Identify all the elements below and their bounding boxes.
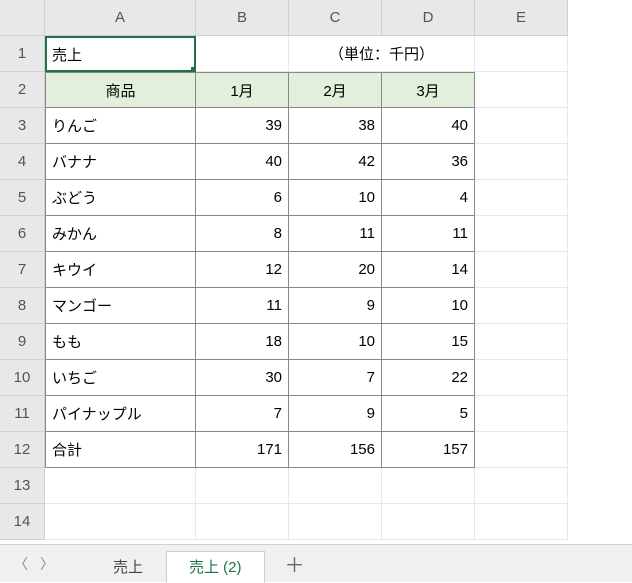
product-name-cell[interactable]: バナナ [45,144,196,180]
tab-nav-next[interactable]: 〉 [34,551,60,577]
cell-E10[interactable] [475,360,568,396]
cell-D14[interactable] [382,504,475,540]
total-value-cell[interactable]: 171 [196,432,289,468]
row-header-4[interactable]: 4 [0,144,45,180]
total-value-cell[interactable]: 157 [382,432,475,468]
value-cell[interactable]: 40 [196,144,289,180]
cell-A13[interactable] [45,468,196,504]
value-cell[interactable]: 42 [289,144,382,180]
row-header-2[interactable]: 2 [0,72,45,108]
col-header-B[interactable]: B [196,0,289,36]
product-name-cell[interactable]: いちご [45,360,196,396]
cell-E14[interactable] [475,504,568,540]
row-header-7[interactable]: 7 [0,252,45,288]
cell-E3[interactable] [475,108,568,144]
table-header-month-1[interactable]: 1月 [196,72,289,108]
cell-B14[interactable] [196,504,289,540]
cell-B1[interactable] [196,36,289,72]
cell-E6[interactable] [475,216,568,252]
cell-C13[interactable] [289,468,382,504]
product-name-cell[interactable]: もも [45,324,196,360]
value-cell[interactable]: 15 [382,324,475,360]
value-cell[interactable]: 9 [289,288,382,324]
cell-E9[interactable] [475,324,568,360]
value-cell[interactable]: 11 [289,216,382,252]
col-header-E[interactable]: E [475,0,568,36]
row-header-6[interactable]: 6 [0,216,45,252]
product-name-cell[interactable]: ぶどう [45,180,196,216]
product-name-cell[interactable]: マンゴー [45,288,196,324]
cell-E7[interactable] [475,252,568,288]
cell-A14[interactable] [45,504,196,540]
value-cell[interactable]: 12 [196,252,289,288]
product-name-cell[interactable]: りんご [45,108,196,144]
cell-E5[interactable] [475,180,568,216]
sheet-tab-bar: 〈 〉 売上売上 (2) ＋ [0,544,632,582]
row-header-14[interactable]: 14 [0,504,45,540]
value-cell[interactable]: 11 [382,216,475,252]
value-cell[interactable]: 36 [382,144,475,180]
row-header-12[interactable]: 12 [0,432,45,468]
value-cell[interactable]: 38 [289,108,382,144]
value-cell[interactable]: 22 [382,360,475,396]
row-header-1[interactable]: 1 [0,36,45,72]
cell-C14[interactable] [289,504,382,540]
row-header-9[interactable]: 9 [0,324,45,360]
value-cell[interactable]: 7 [196,396,289,432]
cell-B13[interactable] [196,468,289,504]
add-sheet-button[interactable]: ＋ [275,548,315,580]
value-cell[interactable]: 7 [289,360,382,396]
cell-E2[interactable] [475,72,568,108]
table-header-month-3[interactable]: 3月 [382,72,475,108]
col-header-A[interactable]: A [45,0,196,36]
sheet-tab[interactable]: 売上 [90,551,166,583]
cell-E11[interactable] [475,396,568,432]
total-value-cell[interactable]: 156 [289,432,382,468]
total-label-cell[interactable]: 合計 [45,432,196,468]
cell-E4[interactable] [475,144,568,180]
value-cell[interactable]: 10 [382,288,475,324]
row-header-8[interactable]: 8 [0,288,45,324]
cell-D13[interactable] [382,468,475,504]
value-cell[interactable]: 5 [382,396,475,432]
spreadsheet-grid[interactable]: ABCDE1売上（単位：千円）2商品1月2月3月3りんご3938404バナナ40… [0,0,632,544]
value-cell[interactable]: 9 [289,396,382,432]
value-cell[interactable]: 14 [382,252,475,288]
cell-E12[interactable] [475,432,568,468]
value-cell[interactable]: 30 [196,360,289,396]
cell-E1[interactable] [475,36,568,72]
table-header-product[interactable]: 商品 [45,72,196,108]
row-header-11[interactable]: 11 [0,396,45,432]
table-header-month-2[interactable]: 2月 [289,72,382,108]
cell-C1[interactable]: （単位：千円） [289,36,475,72]
cell-E13[interactable] [475,468,568,504]
value-cell[interactable]: 8 [196,216,289,252]
value-cell[interactable]: 39 [196,108,289,144]
value-cell[interactable]: 4 [382,180,475,216]
col-header-C[interactable]: C [289,0,382,36]
value-cell[interactable]: 6 [196,180,289,216]
select-all-corner[interactable] [0,0,45,36]
product-name-cell[interactable]: パイナップル [45,396,196,432]
value-cell[interactable]: 20 [289,252,382,288]
product-name-cell[interactable]: みかん [45,216,196,252]
value-cell[interactable]: 10 [289,180,382,216]
value-cell[interactable]: 11 [196,288,289,324]
value-cell[interactable]: 10 [289,324,382,360]
row-header-5[interactable]: 5 [0,180,45,216]
col-header-D[interactable]: D [382,0,475,36]
row-header-3[interactable]: 3 [0,108,45,144]
row-header-10[interactable]: 10 [0,360,45,396]
row-header-13[interactable]: 13 [0,468,45,504]
value-cell[interactable]: 18 [196,324,289,360]
value-cell[interactable]: 40 [382,108,475,144]
product-name-cell[interactable]: キウイ [45,252,196,288]
sheet-tab[interactable]: 売上 (2) [166,551,265,583]
tab-nav-prev[interactable]: 〈 [8,551,34,577]
cell-A1[interactable]: 売上 [45,36,196,72]
cell-E8[interactable] [475,288,568,324]
